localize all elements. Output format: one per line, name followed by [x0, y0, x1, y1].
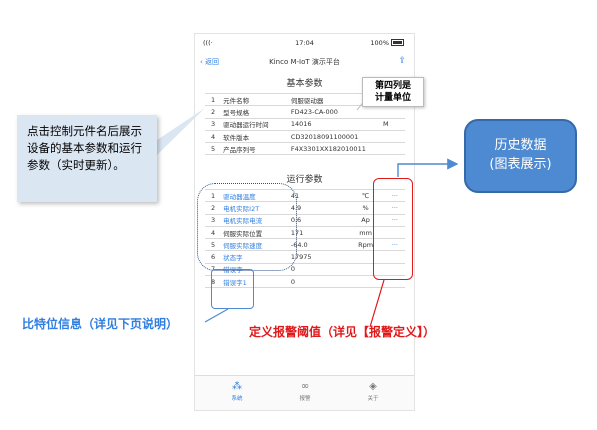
history-callout: 历史数据 (图表展示) [464, 119, 577, 193]
annotation-lines [157, 89, 459, 328]
history-callout-line-1: 历史数据 [494, 138, 547, 153]
bit-info-label: 比特位信息（详见下页说明） [22, 317, 179, 331]
unit-note: 第四列是 计量单位 [362, 77, 424, 107]
bits-pointer [204, 308, 229, 323]
unit-note-line-2: 计量单位 [374, 93, 411, 103]
bit-info-highlight [211, 269, 254, 309]
unit-note-line-1: 第四列是 [374, 81, 411, 91]
alarm-threshold-label: 定义报警阈值（详见【报警定义】） [249, 325, 436, 339]
history-arrow [397, 158, 459, 177]
history-callout-line-2: (图表展示) [489, 157, 552, 172]
left-callout: 点击控制元件名后展示设备的基本参数和运行参数（实时更新）。 [17, 115, 157, 202]
running-group-outline [197, 183, 297, 271]
alarm-pointer [369, 279, 385, 328]
left-callout-pointer [157, 108, 205, 155]
alarm-threshold-highlight [373, 178, 413, 280]
